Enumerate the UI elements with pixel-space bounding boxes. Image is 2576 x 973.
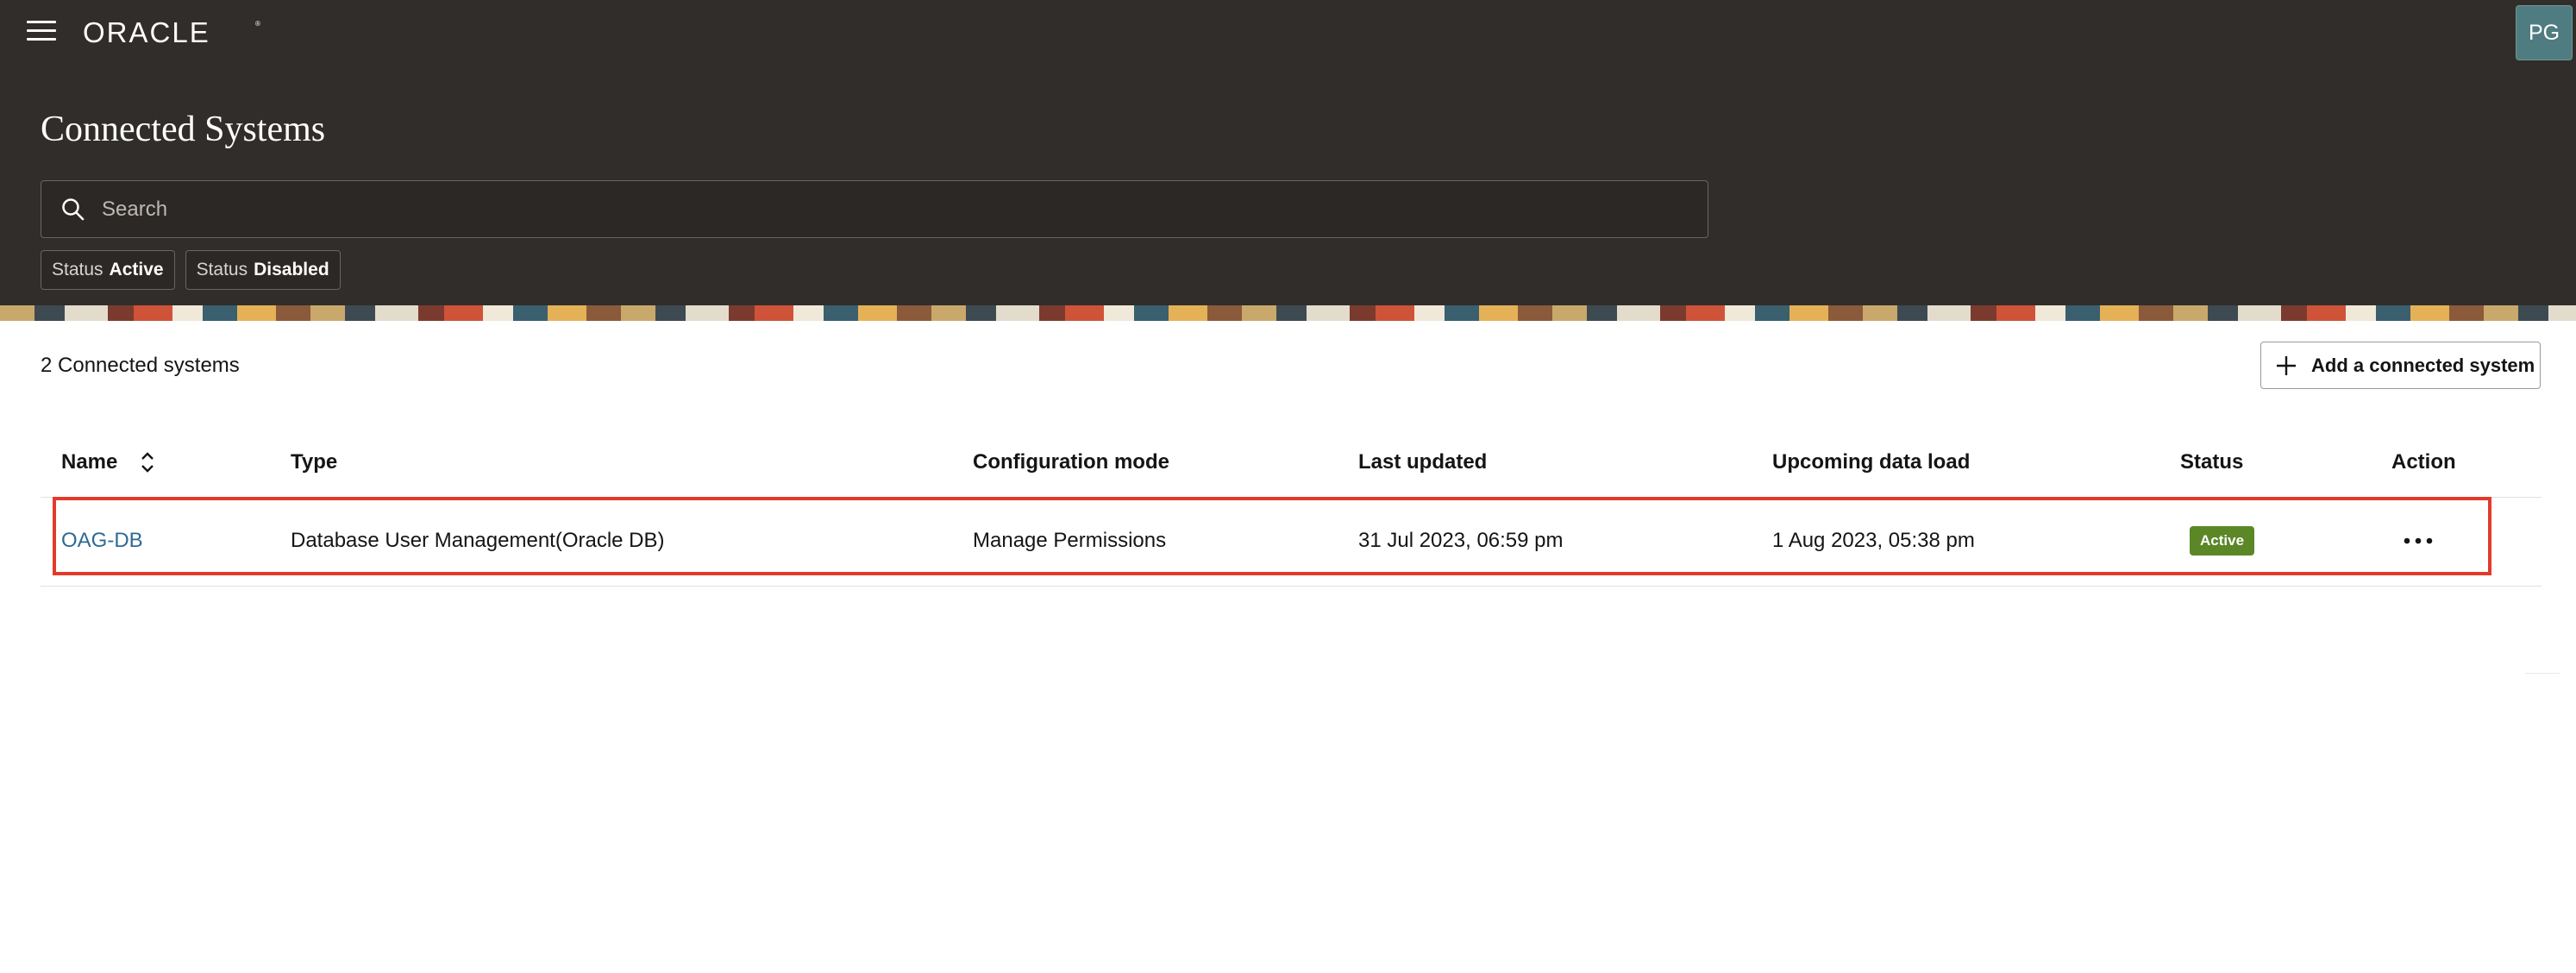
column-header-type: Type <box>291 450 338 474</box>
row-type: Database User Management(Oracle DB) <box>291 529 665 552</box>
filter-chip-status-disabled[interactable]: Status Disabled <box>185 250 341 290</box>
filter-chip-key: Status <box>52 260 103 279</box>
row-name-link[interactable]: OAG-DB <box>61 529 143 553</box>
decorative-banner <box>0 305 2576 321</box>
search-input[interactable] <box>102 197 1654 222</box>
row-upcoming-data-load: 1 Aug 2023, 05:38 pm <box>1772 529 1975 552</box>
hamburger-menu-icon[interactable] <box>27 21 56 45</box>
column-header-configuration-mode: Configuration mode <box>973 450 1169 474</box>
table-header-divider <box>41 497 2542 498</box>
page-title: Connected Systems <box>41 110 326 149</box>
status-badge: Active <box>2190 526 2255 556</box>
filter-chip-value: Disabled <box>254 260 329 279</box>
table-row-divider <box>41 586 2542 587</box>
svg-text:ORACLE: ORACLE <box>83 16 210 48</box>
app-header: ORACLE ® PG Connected Systems Status Act… <box>0 0 2576 305</box>
column-header-last-updated: Last updated <box>1358 450 1488 474</box>
filter-chip-key: Status <box>196 260 248 279</box>
filter-chips: Status Active Status Disabled <box>41 250 341 290</box>
column-header-upcoming-data-load: Upcoming data load <box>1772 450 1971 474</box>
column-header-action: Action <box>2391 450 2456 474</box>
svg-text:®: ® <box>255 20 260 28</box>
row-last-updated: 31 Jul 2023, 06:59 pm <box>1358 529 1564 552</box>
add-connected-system-button[interactable]: Add a connected system <box>2260 342 2541 389</box>
plus-icon <box>2277 355 2296 375</box>
add-button-label: Add a connected system <box>2311 354 2535 376</box>
connected-systems-count: 2 Connected systems <box>41 354 240 377</box>
column-header-name[interactable]: Name <box>61 450 117 474</box>
row-configuration-mode: Manage Permissions <box>973 529 1167 552</box>
search-field[interactable] <box>41 180 1708 238</box>
filter-chip-value: Active <box>109 260 164 279</box>
column-header-status: Status <box>2180 450 2244 474</box>
filter-chip-status-active[interactable]: Status Active <box>41 250 175 290</box>
avatar-initials: PG <box>2528 20 2560 45</box>
more-actions-icon[interactable] <box>2403 531 2434 550</box>
user-avatar[interactable]: PG <box>2516 5 2573 60</box>
sort-icon[interactable] <box>140 450 155 474</box>
search-icon <box>62 198 85 220</box>
divider <box>2525 673 2560 674</box>
oracle-logo[interactable]: ORACLE ® <box>83 16 264 50</box>
